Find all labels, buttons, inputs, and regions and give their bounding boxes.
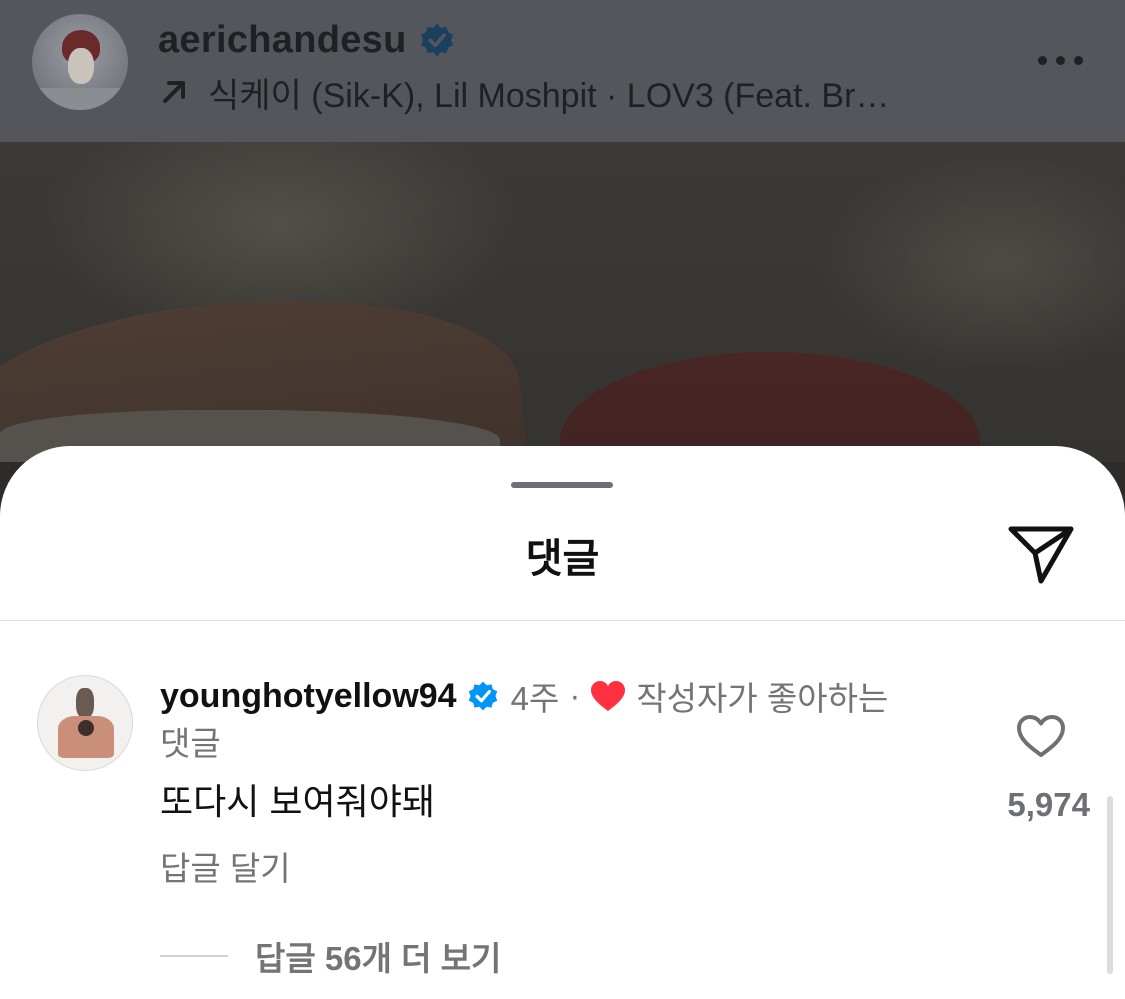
sheet-divider [0,620,1125,621]
view-replies-label: 답글 56개 더 보기 [255,940,502,977]
like-comment-button[interactable] [1015,712,1067,760]
more-options-icon[interactable] [1038,56,1083,65]
view-replies-button[interactable]: 답글 56개 더 보기 [160,934,501,978]
replies-divider-line [160,955,228,957]
share-button[interactable] [1006,524,1076,584]
avatar-figure-head [76,688,94,718]
comment-header: younghotyellow94 4주 · 작성자가 좋아하는 [160,674,888,718]
commenter-username[interactable]: younghotyellow94 [160,677,457,716]
post-header: aerichandesu 식케이 (Sik-K), Lil Moshpit · … [0,0,1125,142]
comments-sheet: 댓글 younghotyellow94 4주 · 작성자가 좋아하는 댓글 또다… [0,446,1125,999]
creator-liked-label: 작성자가 좋아하는 [636,680,889,717]
meta-separator: · [569,677,581,714]
post-media [0,142,1125,462]
avatar-base [32,88,128,110]
creator-liked-heart-icon [590,680,626,712]
scrollbar[interactable] [1107,796,1113,974]
post-username-row: aerichandesu [158,16,455,64]
heart-outline-icon [1017,715,1065,757]
commenter-avatar[interactable] [37,675,133,771]
verified-badge-icon [467,680,499,712]
comment-like-count: 5,974 [1007,786,1090,823]
post-music-row[interactable]: 식케이 (Sik-K), Lil Moshpit · LOV3 (Feat. B… [160,70,890,115]
reply-button[interactable]: 답글 달기 [160,842,291,890]
avatar-face [68,48,94,84]
verified-badge-icon [419,22,455,58]
music-track-label: 식케이 (Sik-K), Lil Moshpit · LOV3 (Feat. B… [208,76,890,115]
avatar-figure-mark [78,720,94,736]
post-author-avatar[interactable] [32,14,128,110]
paper-plane-icon [1008,526,1074,584]
comment-text: 또다시 보여줘야돼 [160,781,435,822]
arrow-up-right-icon [160,78,188,106]
sheet-drag-handle[interactable] [511,482,613,488]
post-username[interactable]: aerichandesu [158,19,407,62]
comment-timestamp: 4주 [510,680,560,717]
comments-sheet-title: 댓글 [525,537,600,581]
creator-liked-label-cont: 댓글 [160,725,221,762]
